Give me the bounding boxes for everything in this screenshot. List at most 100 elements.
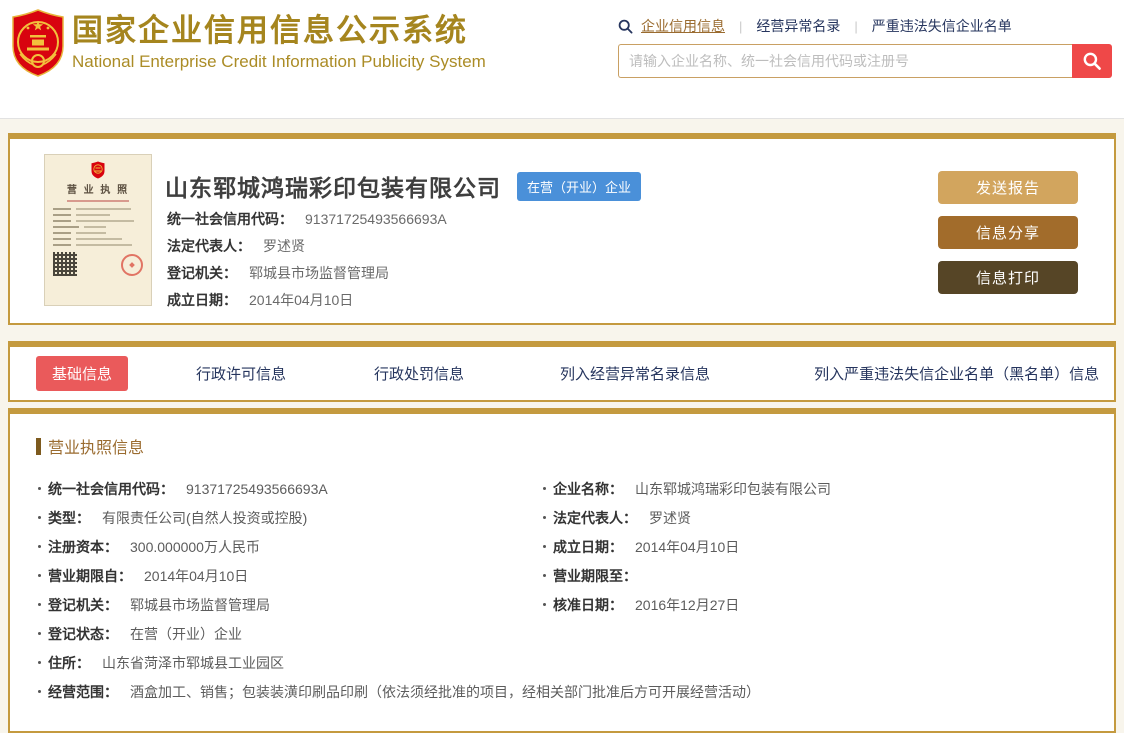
site-title: 国家企业信用信息公示系统 [72, 13, 468, 48]
search-icon [618, 19, 633, 34]
field-registration-status: 登记状态： 在营（开业）企业 [38, 619, 543, 648]
field-label: 成立日期： [553, 538, 623, 555]
license-text-line [53, 244, 143, 246]
field-label: 营业期限至： [553, 567, 637, 584]
field-credit-code: 统一社会信用代码： 91371725493566693A [38, 474, 543, 503]
field-value: 91371725493566693A [305, 210, 447, 227]
field-value: 罗述贤 [263, 237, 305, 254]
field-label: 统一社会信用代码： [48, 480, 174, 497]
main-content: 营 业 执 照 山东郓城鸿瑞彩印包装有限公司 在营（开业）企业 统一社会信用代码… [0, 133, 1124, 733]
summary-field-credit-code: 统一社会信用代码： 91371725493566693A [167, 205, 447, 232]
field-value: 山东省菏泽市郓城县工业园区 [102, 654, 284, 671]
search-category-tabs: 企业信用信息 | 经营异常名录 | 严重违法失信企业名单 [618, 16, 1112, 36]
field-value: 2016年12月27日 [635, 596, 740, 613]
bullet-dot [543, 603, 546, 606]
field-value: 2014年04月10日 [144, 567, 249, 584]
site-title-block: 国家企业信用信息公示系统 National Enterprise Credit … [72, 13, 486, 72]
field-value: 有限责任公司(自然人投资或控股) [102, 509, 308, 526]
field-establish-date: 成立日期： 2014年04月10日 [543, 532, 1114, 561]
license-bottom-row [53, 252, 143, 276]
category-separator: | [854, 18, 858, 34]
section-header: 营业执照信息 [36, 434, 1114, 458]
section-marker-bar [36, 437, 41, 455]
tab-serious-violations-blacklist[interactable]: 列入严重违法失信企业名单（黑名单）信息 [762, 363, 1124, 384]
info-tab-bar: 基础信息 行政许可信息 行政处罚信息 列入经营异常名录信息 列入严重违法失信企业… [8, 341, 1116, 402]
tab-administrative-penalty[interactable]: 行政处罚信息 [330, 363, 508, 384]
tab-administrative-license[interactable]: 行政许可信息 [152, 363, 330, 384]
summary-field-legal-representative: 法定代表人： 罗述贤 [167, 232, 447, 259]
share-info-button[interactable]: 信息分享 [938, 216, 1078, 249]
license-text-line [53, 208, 143, 210]
field-term-from: 营业期限自： 2014年04月10日 [38, 561, 543, 590]
site-header: 国家企业信用信息公示系统 National Enterprise Credit … [0, 0, 1124, 119]
field-value: 91371725493566693A [186, 480, 328, 497]
summary-field-registration-authority: 登记机关： 郓城县市场监督管理局 [167, 259, 447, 286]
company-header-row: 山东郓城鸿瑞彩印包装有限公司 在营（开业）企业 [165, 169, 642, 203]
field-label: 企业名称： [553, 480, 623, 497]
field-value: 在营（开业）企业 [130, 625, 242, 642]
tab-abnormal-operations-list[interactable]: 列入经营异常名录信息 [508, 363, 762, 384]
company-summary-card: 营 业 执 照 山东郓城鸿瑞彩印包装有限公司 在营（开业）企业 统一社会信用代码… [8, 133, 1116, 325]
red-seal-icon [121, 254, 143, 276]
qr-code-icon [53, 252, 77, 276]
search-button-icon [1082, 51, 1102, 71]
license-text-line [53, 220, 143, 222]
search-button[interactable] [1072, 44, 1112, 78]
field-label: 登记机关： [48, 596, 118, 613]
national-emblem-logo-icon [10, 7, 66, 84]
field-label: 核准日期： [553, 596, 623, 613]
company-name: 山东郓城鸿瑞彩印包装有限公司 [165, 175, 501, 201]
search-category-enterprise-credit[interactable]: 企业信用信息 [641, 16, 725, 36]
field-registered-capital: 注册资本： 300.000000万人民币 [38, 532, 543, 561]
field-term-to: 营业期限至： [543, 561, 1114, 590]
bullet-dot [38, 632, 41, 635]
field-label: 类型： [48, 509, 90, 526]
license-subtitle-line [67, 200, 129, 202]
field-value: 罗述贤 [649, 509, 691, 526]
site-subtitle: National Enterprise Credit Information P… [72, 51, 486, 71]
license-title: 营 业 执 照 [66, 185, 130, 196]
search-category-abnormal-operations[interactable]: 经营异常名录 [756, 16, 840, 36]
license-fields-grid: 统一社会信用代码： 91371725493566693A 企业名称： 山东郓城鸿… [38, 474, 1114, 706]
search-category-serious-violations[interactable]: 严重违法失信企业名单 [872, 16, 1012, 36]
field-address: 住所： 山东省菏泽市郓城县工业园区 [38, 648, 1114, 677]
bullet-dot [38, 574, 41, 577]
license-text-line [53, 214, 143, 216]
field-label: 住所： [48, 654, 90, 671]
bullet-dot [543, 574, 546, 577]
field-value: 郓城县市场监督管理局 [130, 596, 270, 613]
field-company-type: 类型： 有限责任公司(自然人投资或控股) [38, 503, 543, 532]
field-company-name: 企业名称： 山东郓城鸿瑞彩印包装有限公司 [543, 474, 1114, 503]
field-label: 法定代表人： [167, 237, 251, 254]
search-input[interactable] [618, 44, 1072, 78]
section-title: 营业执照信息 [48, 440, 145, 457]
bullet-dot [543, 516, 546, 519]
send-report-button[interactable]: 发送报告 [938, 171, 1078, 204]
field-registration-authority: 登记机关： 郓城县市场监督管理局 [38, 590, 543, 619]
field-value: 酒盒加工、销售；包装装潢印刷品印刷（依法须经批准的项目，经相关部门批准后方可开展… [130, 683, 760, 700]
field-business-scope: 经营范围： 酒盒加工、销售；包装装潢印刷品印刷（依法须经批准的项目，经相关部门批… [38, 677, 1114, 706]
field-label: 经营范围： [48, 683, 118, 700]
field-label: 登记机关： [167, 264, 237, 281]
business-license-thumbnail[interactable]: 营 业 执 照 [44, 154, 152, 306]
bullet-dot [38, 487, 41, 490]
bullet-dot [38, 516, 41, 519]
field-value: 300.000000万人民币 [130, 538, 260, 555]
print-info-button[interactable]: 信息打印 [938, 261, 1078, 294]
field-label: 注册资本： [48, 538, 118, 555]
field-approval-date: 核准日期： 2016年12月27日 [543, 590, 1114, 619]
license-info-card: 营业执照信息 统一社会信用代码： 91371725493566693A 企业名称… [8, 408, 1116, 733]
company-summary-fields: 统一社会信用代码： 91371725493566693A 法定代表人： 罗述贤 … [167, 205, 447, 313]
field-value: 郓城县市场监督管理局 [249, 264, 389, 281]
field-legal-representative: 法定代表人： 罗述贤 [543, 503, 1114, 532]
bullet-dot [38, 545, 41, 548]
bullet-dot [543, 487, 546, 490]
license-text-line [53, 232, 143, 234]
bullet-dot [38, 690, 41, 693]
field-label: 登记状态： [48, 625, 118, 642]
bullet-dot [543, 545, 546, 548]
bullet-dot [38, 603, 41, 606]
tab-basic-info[interactable]: 基础信息 [36, 356, 129, 391]
status-badge: 在营（开业）企业 [517, 171, 642, 201]
field-label: 成立日期： [167, 291, 237, 308]
